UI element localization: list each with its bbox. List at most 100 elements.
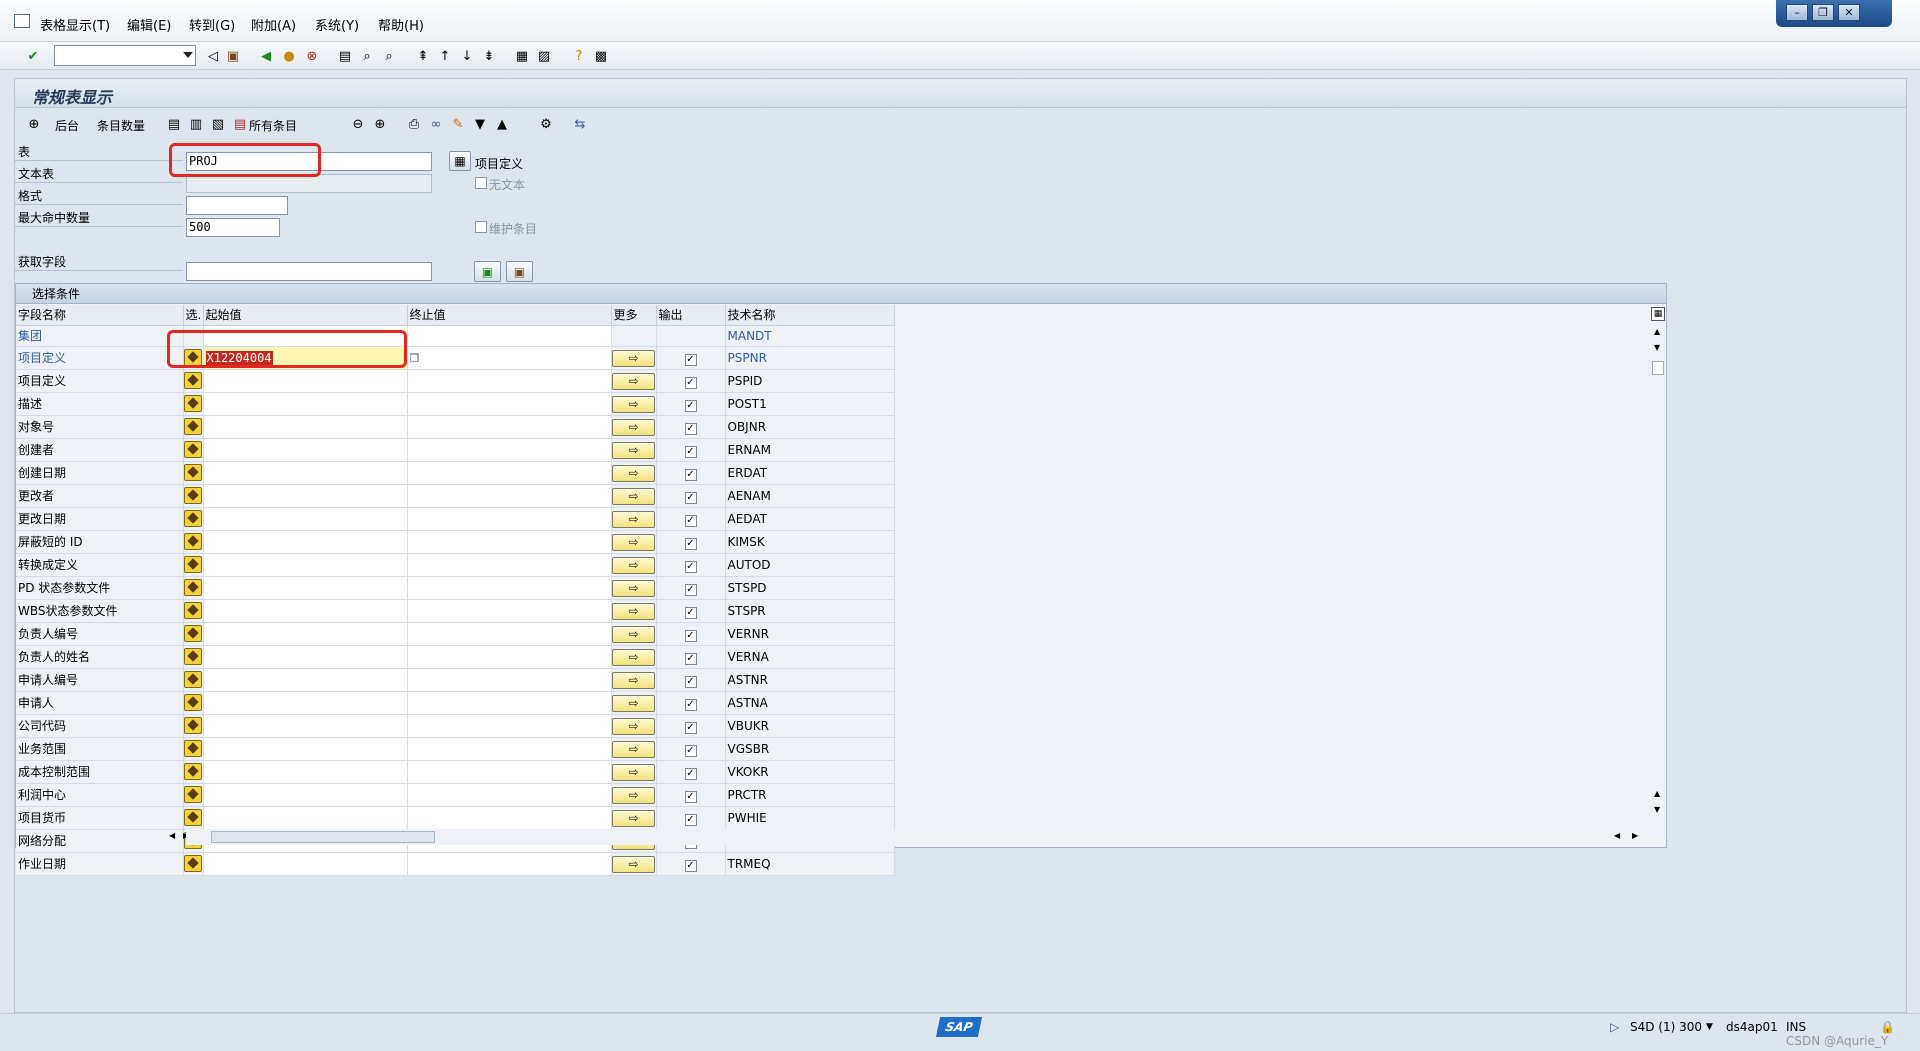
selection-options-icon[interactable]: ⇆ [571,115,589,133]
get-fields-input[interactable] [186,262,432,281]
multiple-selection-icon[interactable]: ⇨ [612,488,655,505]
selection-option-icon[interactable] [184,486,202,504]
selection-option-icon[interactable] [184,601,202,619]
to-value-input[interactable] [407,369,612,393]
menu-table-display[interactable]: 表格显示(T) [40,15,110,34]
to-value-input[interactable] [407,415,612,439]
layout-settings-icon[interactable]: ▩ [592,47,610,65]
from-value-input[interactable] [203,714,408,738]
to-value-input[interactable] [407,599,612,623]
maintain-entries-checkbox[interactable] [475,221,487,233]
output-checkbox[interactable]: ✓ [684,422,697,435]
selection-option-icon[interactable] [184,693,202,711]
to-value-input[interactable] [407,507,612,531]
selection-option-icon[interactable] [184,739,202,757]
settings-icon[interactable]: ⚙ [537,115,555,133]
selection-option-icon[interactable] [184,555,202,573]
cancel-icon[interactable]: ⊗ [303,47,321,65]
from-value-input[interactable] [203,576,408,600]
no-text-checkbox[interactable] [475,177,487,189]
execute-icon[interactable]: ⊕ [25,115,43,133]
selection-option-icon[interactable] [184,463,202,481]
to-value-input[interactable] [407,461,612,485]
selection-option-icon[interactable] [184,509,202,527]
to-value-input[interactable] [407,645,612,669]
multiple-selection-icon[interactable]: ⇨ [612,718,655,735]
previous-page-icon[interactable]: ↑ [436,47,454,65]
selection-option-icon[interactable] [184,371,202,389]
multiple-selection-icon[interactable]: ⇨ [612,603,655,620]
first-page-icon[interactable]: ⇞ [414,47,432,65]
selection-option-icon[interactable] [184,670,202,688]
save-icon[interactable]: ▣ [224,47,242,65]
to-value-input[interactable] [407,806,612,830]
to-value-input[interactable] [407,576,612,600]
from-value-input[interactable] [203,783,408,807]
scroll-left-icon[interactable]: ◀ [169,831,175,840]
multiple-selection-icon[interactable]: ⇨ [612,787,655,804]
from-value-input[interactable] [203,852,408,876]
multiple-selection-icon[interactable]: ⇨ [612,741,655,758]
to-value-input[interactable]: ❐ [407,346,612,370]
background-button[interactable]: 后台 [55,117,79,134]
to-value-input[interactable] [407,668,612,692]
multiple-selection-icon[interactable]: ⇨ [612,511,655,528]
from-value-input[interactable] [203,737,408,761]
to-value-input[interactable] [407,530,612,554]
print-selection-icon[interactable]: ⎙ [405,115,423,133]
from-value-input[interactable] [203,507,408,531]
from-value-input[interactable] [203,668,408,692]
scroll-right-right-icon[interactable]: ▶ [1632,831,1638,840]
print-icon[interactable]: ▤ [336,47,354,65]
menu-edit[interactable]: 编辑(E) [127,15,171,34]
from-value-input[interactable] [203,645,408,669]
multiple-selection-icon[interactable]: ⇨ [612,672,655,689]
output-checkbox[interactable]: ✓ [684,376,697,389]
layout-input[interactable] [186,196,288,215]
selection-option-icon[interactable] [184,578,202,596]
enter-check-icon[interactable]: ✔ [24,47,42,65]
output-checkbox[interactable]: ✓ [684,813,697,826]
menu-help[interactable]: 帮助(H) [378,15,424,34]
system-dropdown-icon[interactable]: ▼ [1706,1022,1713,1032]
close-icon[interactable]: ✕ [1838,4,1860,21]
output-checkbox[interactable]: ✓ [684,790,697,803]
next-page-icon[interactable]: ↓ [458,47,476,65]
menu-extras[interactable]: 附加(A) [251,15,296,34]
delete-icon[interactable]: ✎ [449,115,467,133]
exit-icon[interactable]: ● [280,47,298,65]
output-checkbox[interactable]: ✓ [684,514,697,527]
from-value-input[interactable] [203,553,408,577]
multiple-selection-icon[interactable]: ⇨ [612,442,655,459]
horizontal-scrollbar[interactable] [186,829,1654,845]
back-arrow-icon[interactable]: ◁ [204,47,222,65]
minimize-icon[interactable]: – [1786,4,1808,21]
from-value-input[interactable] [203,806,408,830]
multiple-selection-icon[interactable]: ⇨ [612,695,655,712]
multiple-selection-icon[interactable]: ⇨ [612,580,655,597]
from-value-input[interactable] [203,599,408,623]
selection-option-icon[interactable] [184,417,202,435]
multiple-selection-icon[interactable]: ⇨ [612,396,655,413]
scroll-thumb[interactable] [1652,361,1664,375]
command-field[interactable] [54,45,196,66]
find-icon[interactable]: ⌕ [358,47,376,65]
from-value-input[interactable] [203,461,408,485]
multiple-selection-icon[interactable]: ⇨ [612,373,655,390]
selection-option-icon[interactable] [184,716,202,734]
scroll-up-icon[interactable]: ▲ [1654,327,1660,336]
output-checkbox[interactable]: ✓ [684,652,697,665]
output-checkbox[interactable]: ✓ [684,560,697,573]
select-block-icon[interactable]: ▥ [187,115,205,133]
output-checkbox[interactable]: ✓ [684,583,697,596]
from-value-input[interactable] [203,438,408,462]
find-next-icon[interactable]: ⌕ [380,47,398,65]
entry-count-button[interactable]: 条目数量 [97,117,145,134]
to-value-input[interactable] [407,622,612,646]
all-entries-icon[interactable]: ▤ [231,115,249,133]
to-value-input[interactable] [407,783,612,807]
selection-option-icon[interactable] [184,532,202,550]
output-checkbox[interactable]: ✓ [684,744,697,757]
from-value-input[interactable] [203,484,408,508]
scroll-left-right-icon[interactable]: ◀ [1614,831,1620,840]
